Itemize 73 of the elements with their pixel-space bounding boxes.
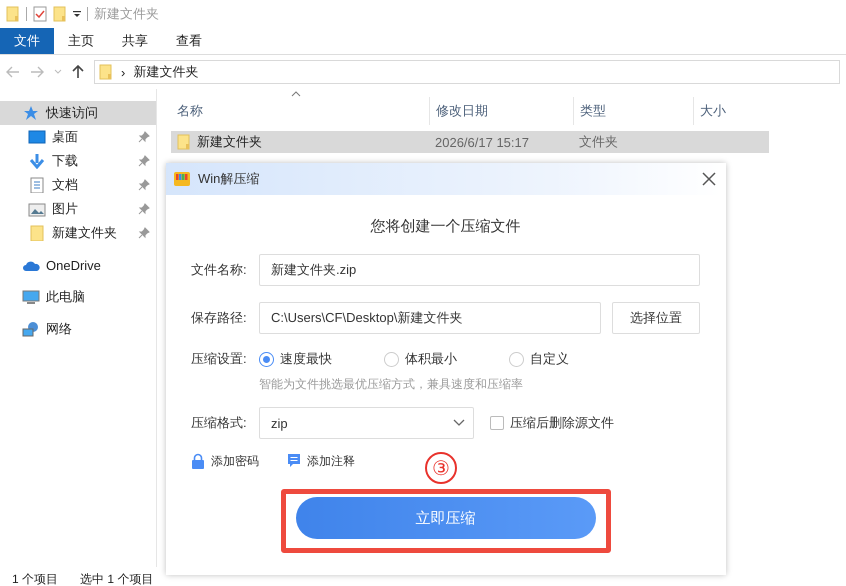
back-arrow-icon[interactable]: [6, 66, 20, 78]
sidebar-item[interactable]: 图片: [52, 200, 132, 218]
picture-icon: [28, 201, 46, 217]
column-header[interactable]: 名称: [171, 97, 429, 125]
radio-button[interactable]: [509, 352, 524, 366]
sidebar-item[interactable]: 此电脑: [46, 288, 150, 306]
address-bar[interactable]: › 新建文件夹: [94, 60, 840, 84]
sort-caret-icon: [291, 91, 301, 97]
dialog-title: Win解压缩: [198, 170, 260, 188]
sidebar-item[interactable]: 文档: [52, 176, 132, 194]
sidebar-item-highlight[interactable]: 快速访问: [0, 101, 156, 125]
desktop-icon: [28, 129, 46, 145]
input-field[interactable]: C:\Users\CF\Desktop\新建文件夹: [259, 302, 601, 334]
checkbox-label[interactable]: 压缩后删除源文件: [510, 414, 614, 432]
table-cell-text: 文件夹: [578, 133, 619, 151]
star-icon: [22, 105, 40, 121]
lock-icon: [191, 453, 205, 469]
field-label: 文件名称:: [191, 261, 248, 279]
checkbox[interactable]: [490, 416, 504, 430]
file-name[interactable]: 新建文件夹: [197, 133, 262, 151]
radio-button[interactable]: [384, 352, 399, 366]
chevron-down-icon[interactable]: [54, 69, 62, 75]
folder-icon: [28, 225, 46, 241]
monitor-icon: [22, 289, 40, 305]
chevron-down-icon: [453, 419, 465, 427]
forward-arrow-icon[interactable]: [30, 66, 44, 78]
sidebar-item[interactable]: 下载: [52, 152, 132, 170]
link[interactable]: 添加注释: [307, 452, 355, 470]
sidebar-item[interactable]: 桌面: [52, 128, 132, 146]
ribbon-tab[interactable]: 主页: [54, 28, 108, 54]
column-header[interactable]: 类型: [573, 97, 693, 125]
up-arrow-icon[interactable]: [72, 65, 84, 79]
checklist-icon[interactable]: [33, 6, 47, 22]
sidebar-item[interactable]: OneDrive: [46, 258, 150, 272]
file-row-highlight[interactable]: 新建文件夹 2026/6/17 15:17 文件夹: [171, 131, 769, 153]
close-icon[interactable]: [702, 172, 716, 186]
radio-label[interactable]: 体积最小: [405, 350, 457, 368]
folder-icon: [53, 6, 67, 22]
download-arrow-icon: [28, 153, 46, 169]
ribbon-tab[interactable]: 文件: [0, 28, 54, 54]
network-icon: [22, 321, 40, 337]
field-label: 压缩设置:: [191, 350, 248, 368]
radio-button[interactable]: [259, 352, 274, 366]
path-separator: ›: [121, 64, 126, 80]
field-label: 压缩格式:: [191, 414, 248, 432]
path-segment[interactable]: 新建文件夹: [133, 63, 198, 81]
column-header[interactable]: 修改日期: [429, 97, 573, 125]
hint-text: 智能为文件挑选最优压缩方式，兼具速度和压缩率: [259, 376, 524, 393]
field-label: 保存路径:: [191, 309, 248, 327]
link[interactable]: 添加密码: [211, 452, 259, 470]
dropdown-icon[interactable]: [73, 10, 81, 18]
sidebar-item[interactable]: 网络: [46, 320, 150, 338]
ribbon-tab[interactable]: 共享: [108, 28, 162, 54]
table-cell-text: 2026/6/17 15:17: [434, 134, 530, 150]
comment-icon: [287, 453, 301, 469]
ribbon-tab[interactable]: 查看: [162, 28, 216, 54]
radio-label[interactable]: 速度最快: [280, 350, 332, 368]
window-title: 新建文件夹: [94, 5, 159, 23]
sidebar-item[interactable]: 新建文件夹: [52, 224, 132, 242]
status-text: 选中 1 个项目: [80, 571, 154, 586]
sidebar-item[interactable]: 快速访问: [46, 104, 150, 122]
format-dropdown[interactable]: zip: [259, 407, 474, 439]
input-field[interactable]: 新建文件夹.zip: [259, 254, 700, 286]
status-text: 1 个项目: [12, 571, 58, 586]
folder-icon: [99, 64, 113, 80]
choose-location-button[interactable]: 选择位置: [612, 302, 700, 334]
folder-icon: [177, 134, 191, 150]
app-logo-icon: [174, 171, 190, 187]
dialog-heading: 您将创建一个压缩文件: [370, 217, 522, 236]
column-header[interactable]: 大小: [693, 97, 773, 125]
folder-icon: [6, 6, 20, 22]
document-icon: [28, 177, 46, 193]
radio-label[interactable]: 自定义: [530, 350, 569, 368]
